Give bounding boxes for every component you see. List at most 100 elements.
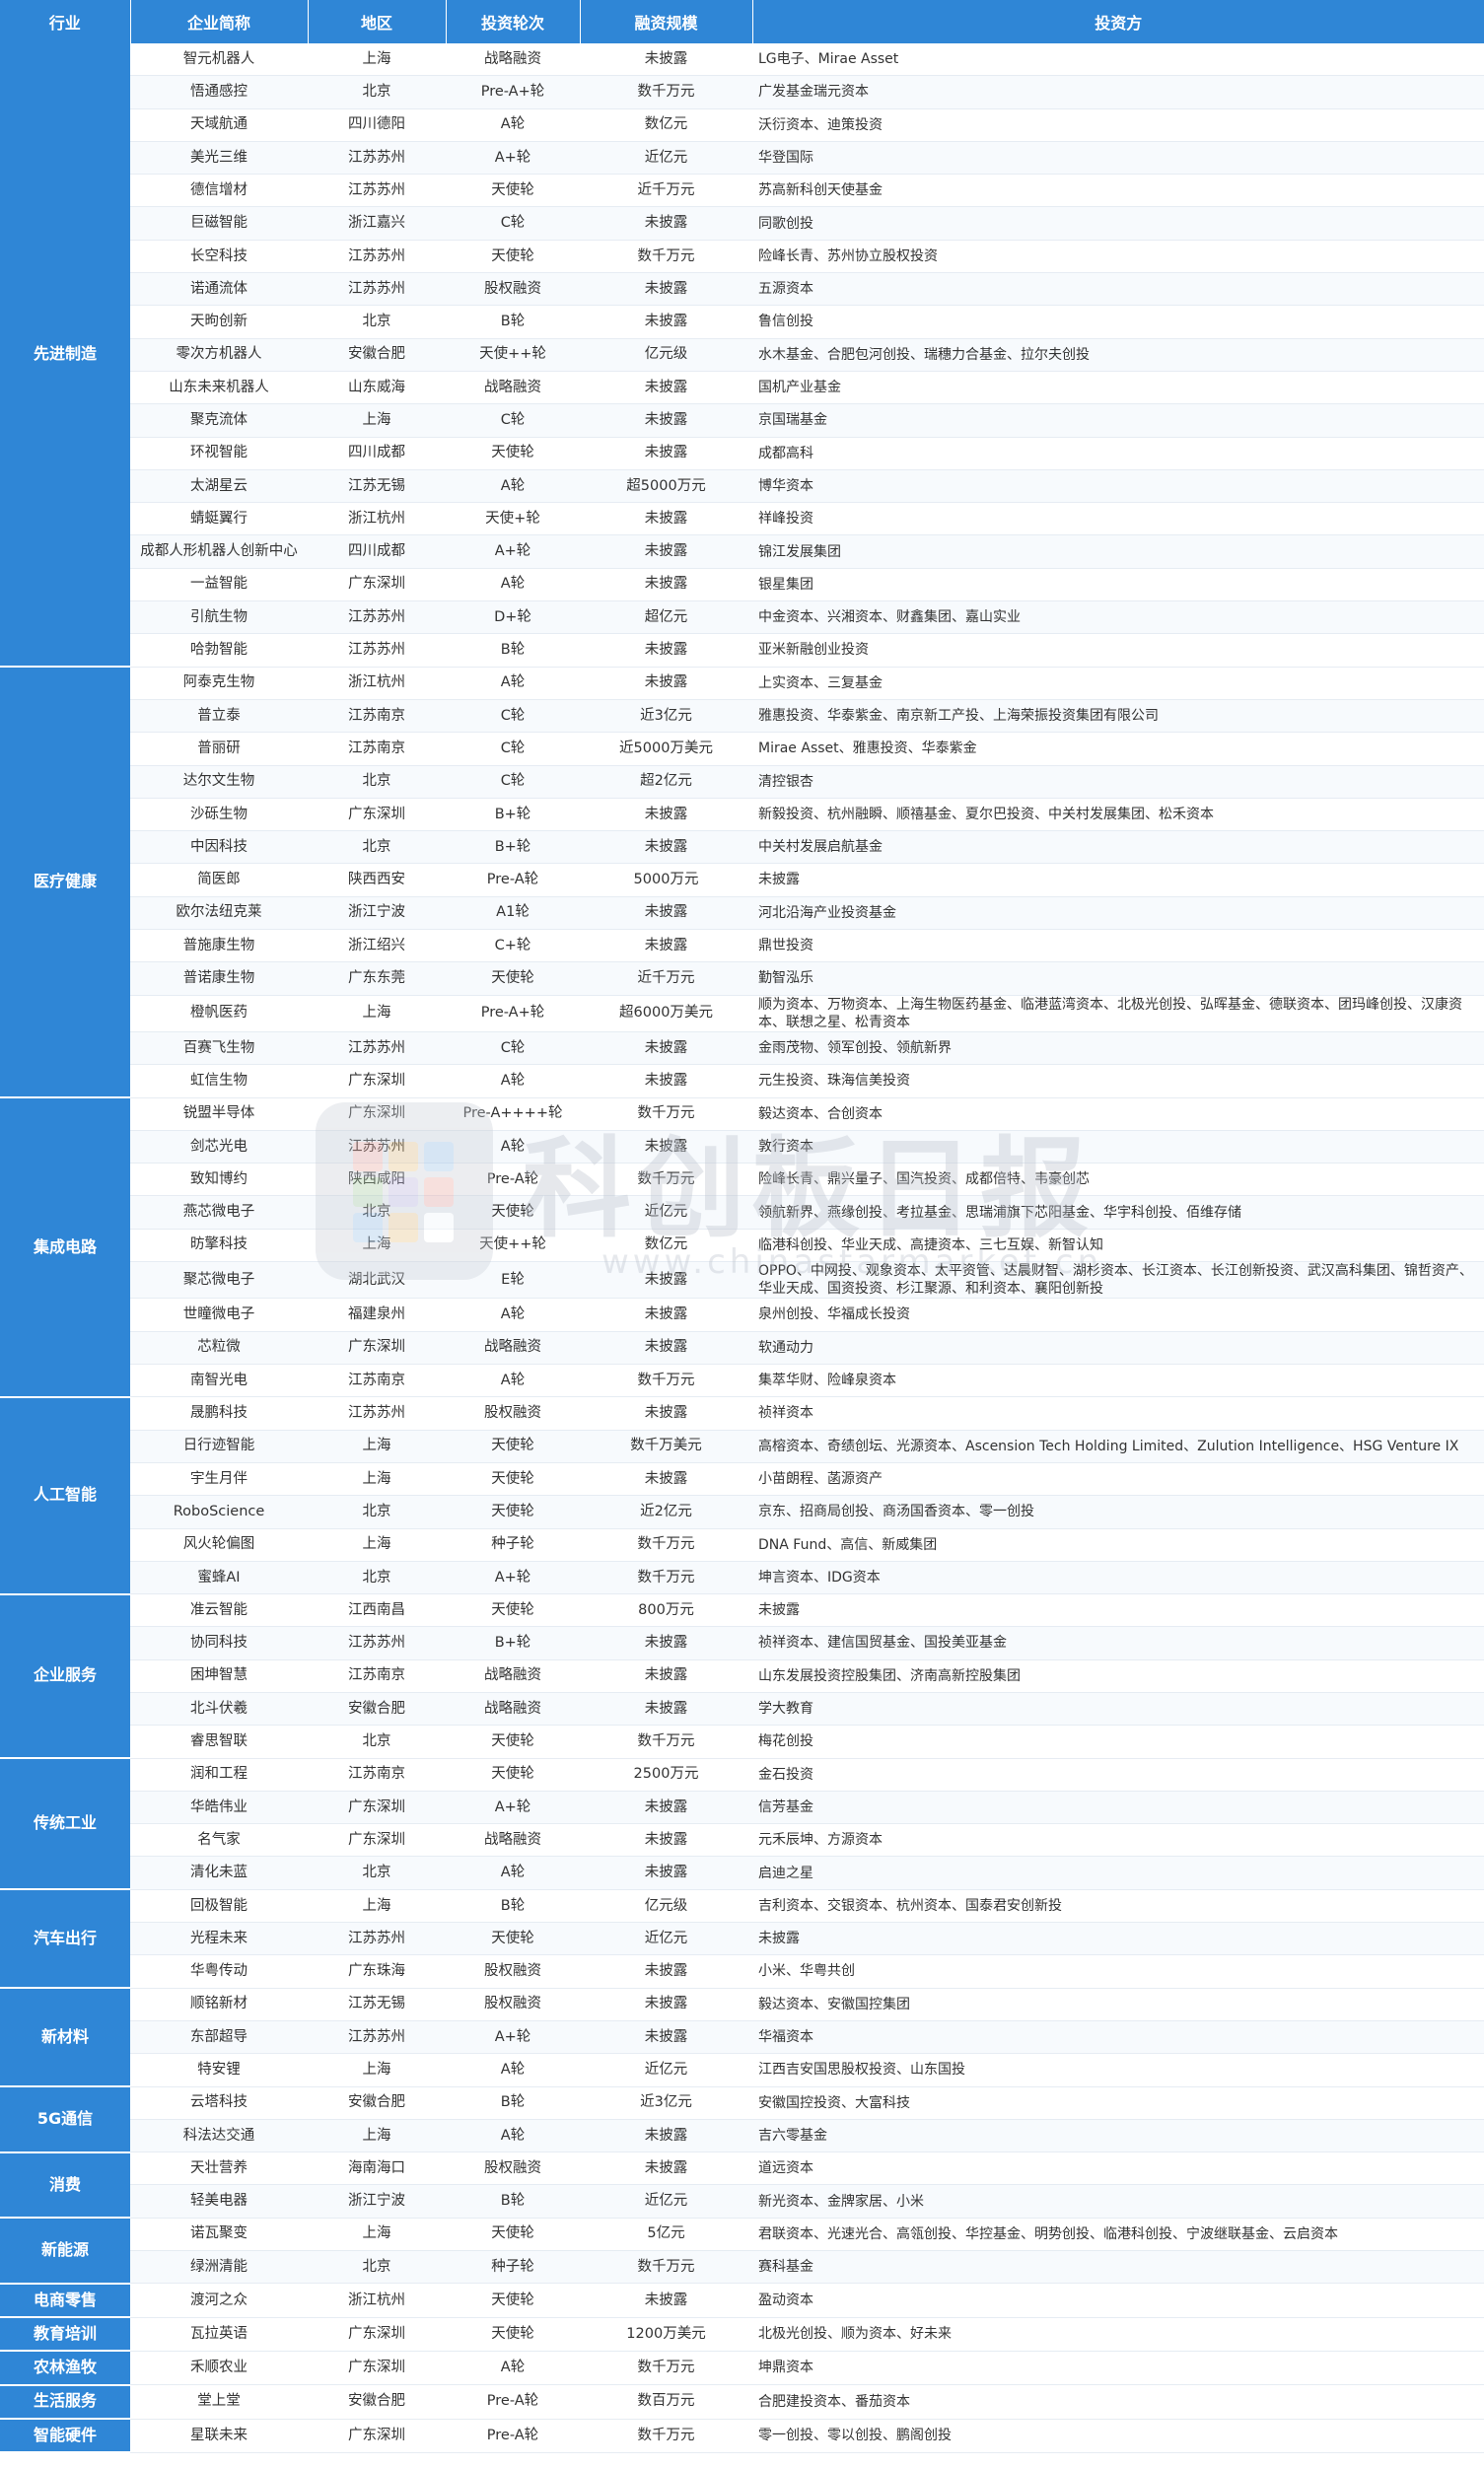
- investors-cell: 毅达资本、合创资本: [752, 1097, 1484, 1131]
- table-row: 困坤智慧 江苏南京 战略融资 未披露 山东发展投资控股集团、济南高新控股集团: [0, 1659, 1484, 1694]
- round-cell: A1轮: [446, 896, 580, 931]
- table-row: 消费 天壮营养 海南海口 股权融资 未披露 道远资本: [0, 2151, 1484, 2220]
- company-cell: 长空科技: [130, 240, 308, 274]
- table-row: 汽车出行 回极智能 上海 B轮 亿元级 吉利资本、交银资本、杭州资本、国泰君安创新投: [0, 1889, 1484, 1990]
- company-cell: 星联未来: [130, 2419, 308, 2453]
- amount-cell: 近千万元: [580, 961, 752, 996]
- table-row: 农林渔牧 禾顺农业 广东深圳 A轮 数千万元 坤鼎资本: [0, 2351, 1484, 2386]
- round-cell: Pre-A轮: [446, 2384, 580, 2420]
- amount-cell: 800万元: [580, 1593, 752, 1628]
- region-cell: 浙江宁波: [308, 896, 446, 931]
- table-row: 轻美电器 浙江宁波 B轮 近亿元 新光资本、金牌家居、小米: [0, 2184, 1484, 2219]
- industry-cell: 生活服务: [0, 2384, 130, 2421]
- company-cell: 轻美电器: [130, 2184, 308, 2219]
- region-cell: 江苏南京: [308, 699, 446, 734]
- round-cell: A+轮: [446, 2020, 580, 2055]
- company-cell: 零次方机器人: [130, 338, 308, 372]
- amount-cell: 2500万元: [580, 1758, 752, 1792]
- amount-cell: 近亿元: [580, 141, 752, 176]
- amount-cell: 数千万元: [580, 1097, 752, 1131]
- company-cell: 锐盟半导体: [130, 1097, 308, 1131]
- header-row: 行业 企业简称 地区 投资轮次 融资规模 投资方: [0, 0, 1484, 43]
- amount-cell: 近亿元: [580, 1922, 752, 1956]
- table-row: 普诺康生物 广东东莞 天使轮 近千万元 勤智泓乐: [0, 961, 1484, 996]
- amount-cell: 5亿元: [580, 2218, 752, 2252]
- table-row: 昉擎科技 上海 天使++轮 数亿元 临港科创投、华业天成、高捷资本、三七互娱、新智认知: [0, 1229, 1484, 1263]
- company-cell: 天昫创新: [130, 305, 308, 339]
- table-row: 生活服务 堂上堂 安徽合肥 Pre-A轮 数百万元 合肥建投资本、番茄资本: [0, 2384, 1484, 2421]
- round-cell: 天使轮: [446, 437, 580, 470]
- amount-cell: 未披露: [580, 43, 752, 77]
- header-amount: 融资规模: [580, 0, 753, 43]
- investors-cell: LG电子、Mirae Asset: [752, 43, 1484, 77]
- company-cell: 天壮营养: [130, 2151, 308, 2186]
- region-cell: 江苏南京: [308, 1364, 446, 1398]
- investors-cell: 亚米新融创业投资: [752, 633, 1484, 668]
- company-cell: 巨磁智能: [130, 206, 308, 241]
- investors-cell: 毅达资本、安徽国控集团: [752, 1988, 1484, 2021]
- company-cell: 困坤智慧: [130, 1659, 308, 1694]
- table-row: 南智光电 江苏南京 A轮 数千万元 集萃华财、险峰泉资本: [0, 1364, 1484, 1398]
- round-cell: A轮: [446, 1130, 580, 1164]
- round-cell: 战略融资: [446, 1331, 580, 1366]
- company-cell: 聚克流体: [130, 403, 308, 438]
- round-cell: 战略融资: [446, 1823, 580, 1858]
- industry-cell: 人工智能: [0, 1396, 130, 1595]
- company-cell: 科法达交通: [130, 2119, 308, 2153]
- industry-cell: 企业服务: [0, 1593, 130, 1760]
- table-row: 天域航通 四川德阳 A轮 数亿元 沃衍资本、迪策投资: [0, 108, 1484, 142]
- company-cell: 燕芯微电子: [130, 1195, 308, 1230]
- round-cell: C轮: [446, 206, 580, 241]
- round-cell: 股权融资: [446, 2151, 580, 2186]
- table-row: 环视智能 四川成都 天使轮 未披露 成都高科: [0, 437, 1484, 470]
- region-cell: 广东深圳: [308, 2317, 446, 2352]
- company-cell: 北斗伏羲: [130, 1692, 308, 1727]
- company-cell: 绿洲清能: [130, 2250, 308, 2285]
- table-row: 企业服务 准云智能 江西南昌 天使轮 800万元 未披露: [0, 1593, 1484, 1760]
- amount-cell: 超2亿元: [580, 765, 752, 799]
- round-cell: 股权融资: [446, 272, 580, 307]
- investors-cell: 学大教育: [752, 1692, 1484, 1727]
- amount-cell: 未披露: [580, 798, 752, 832]
- header-company: 企业简称: [130, 0, 309, 43]
- investors-cell: 广发基金瑞元资本: [752, 75, 1484, 109]
- industry-cell: 集成电路: [0, 1097, 130, 1398]
- investors-cell: 元生投资、珠海信美投资: [752, 1064, 1484, 1098]
- table-row: 燕芯微电子 北京 天使轮 近亿元 领航新界、燕缘创投、考拉基金、思瑞浦旗下芯阳基金、华宇…: [0, 1195, 1484, 1230]
- amount-cell: 数千万元: [580, 2250, 752, 2285]
- industry-cell: 医疗健康: [0, 667, 130, 1099]
- investors-cell: 水木基金、合肥包河创投、瑞穗力合基金、拉尔夫创投: [752, 338, 1484, 372]
- table-row: 芯粒微 广东深圳 战略融资 未披露 软通动力: [0, 1331, 1484, 1366]
- table-row: 长空科技 江苏苏州 天使轮 数千万元 险峰长青、苏州协立股权投资: [0, 240, 1484, 274]
- table-row: 一益智能 广东深圳 A轮 未披露 银星集团: [0, 568, 1484, 602]
- investors-cell: 集萃华财、险峰泉资本: [752, 1364, 1484, 1398]
- amount-cell: 未披露: [580, 896, 752, 931]
- region-cell: 上海: [308, 403, 446, 438]
- company-cell: 欧尔法纽克莱: [130, 896, 308, 931]
- region-cell: 北京: [308, 1195, 446, 1230]
- region-cell: 安徽合肥: [308, 2384, 446, 2420]
- region-cell: 安徽合肥: [308, 338, 446, 372]
- industry-cell: 教育培训: [0, 2317, 130, 2353]
- amount-cell: 未披露: [580, 206, 752, 241]
- investors-cell: 未披露: [752, 1922, 1484, 1956]
- header-industry: 行业: [0, 0, 131, 43]
- table-row: 致知博约 陕西咸阳 Pre-A轮 数千万元 险峰长青、鼎兴量子、国汽投资、成都倍特、韦豪…: [0, 1163, 1484, 1197]
- company-cell: 诺通流体: [130, 272, 308, 307]
- round-cell: A轮: [446, 108, 580, 142]
- region-cell: 山东威海: [308, 371, 446, 405]
- company-cell: 芯粒微: [130, 1331, 308, 1366]
- amount-cell: 未披露: [580, 1261, 752, 1300]
- region-cell: 江苏苏州: [308, 1130, 446, 1164]
- amount-cell: 未披露: [580, 1462, 752, 1497]
- amount-cell: 未披露: [580, 2119, 752, 2153]
- amount-cell: 未披露: [580, 1692, 752, 1727]
- round-cell: Pre-A+轮: [446, 75, 580, 109]
- region-cell: 广东深圳: [308, 1331, 446, 1366]
- industry-cell: 消费: [0, 2151, 130, 2220]
- round-cell: Pre-A轮: [446, 2419, 580, 2453]
- round-cell: E轮: [446, 1261, 580, 1300]
- investors-cell: 河北沿海产业投资基金: [752, 896, 1484, 931]
- region-cell: 北京: [308, 1561, 446, 1595]
- region-cell: 北京: [308, 2250, 446, 2285]
